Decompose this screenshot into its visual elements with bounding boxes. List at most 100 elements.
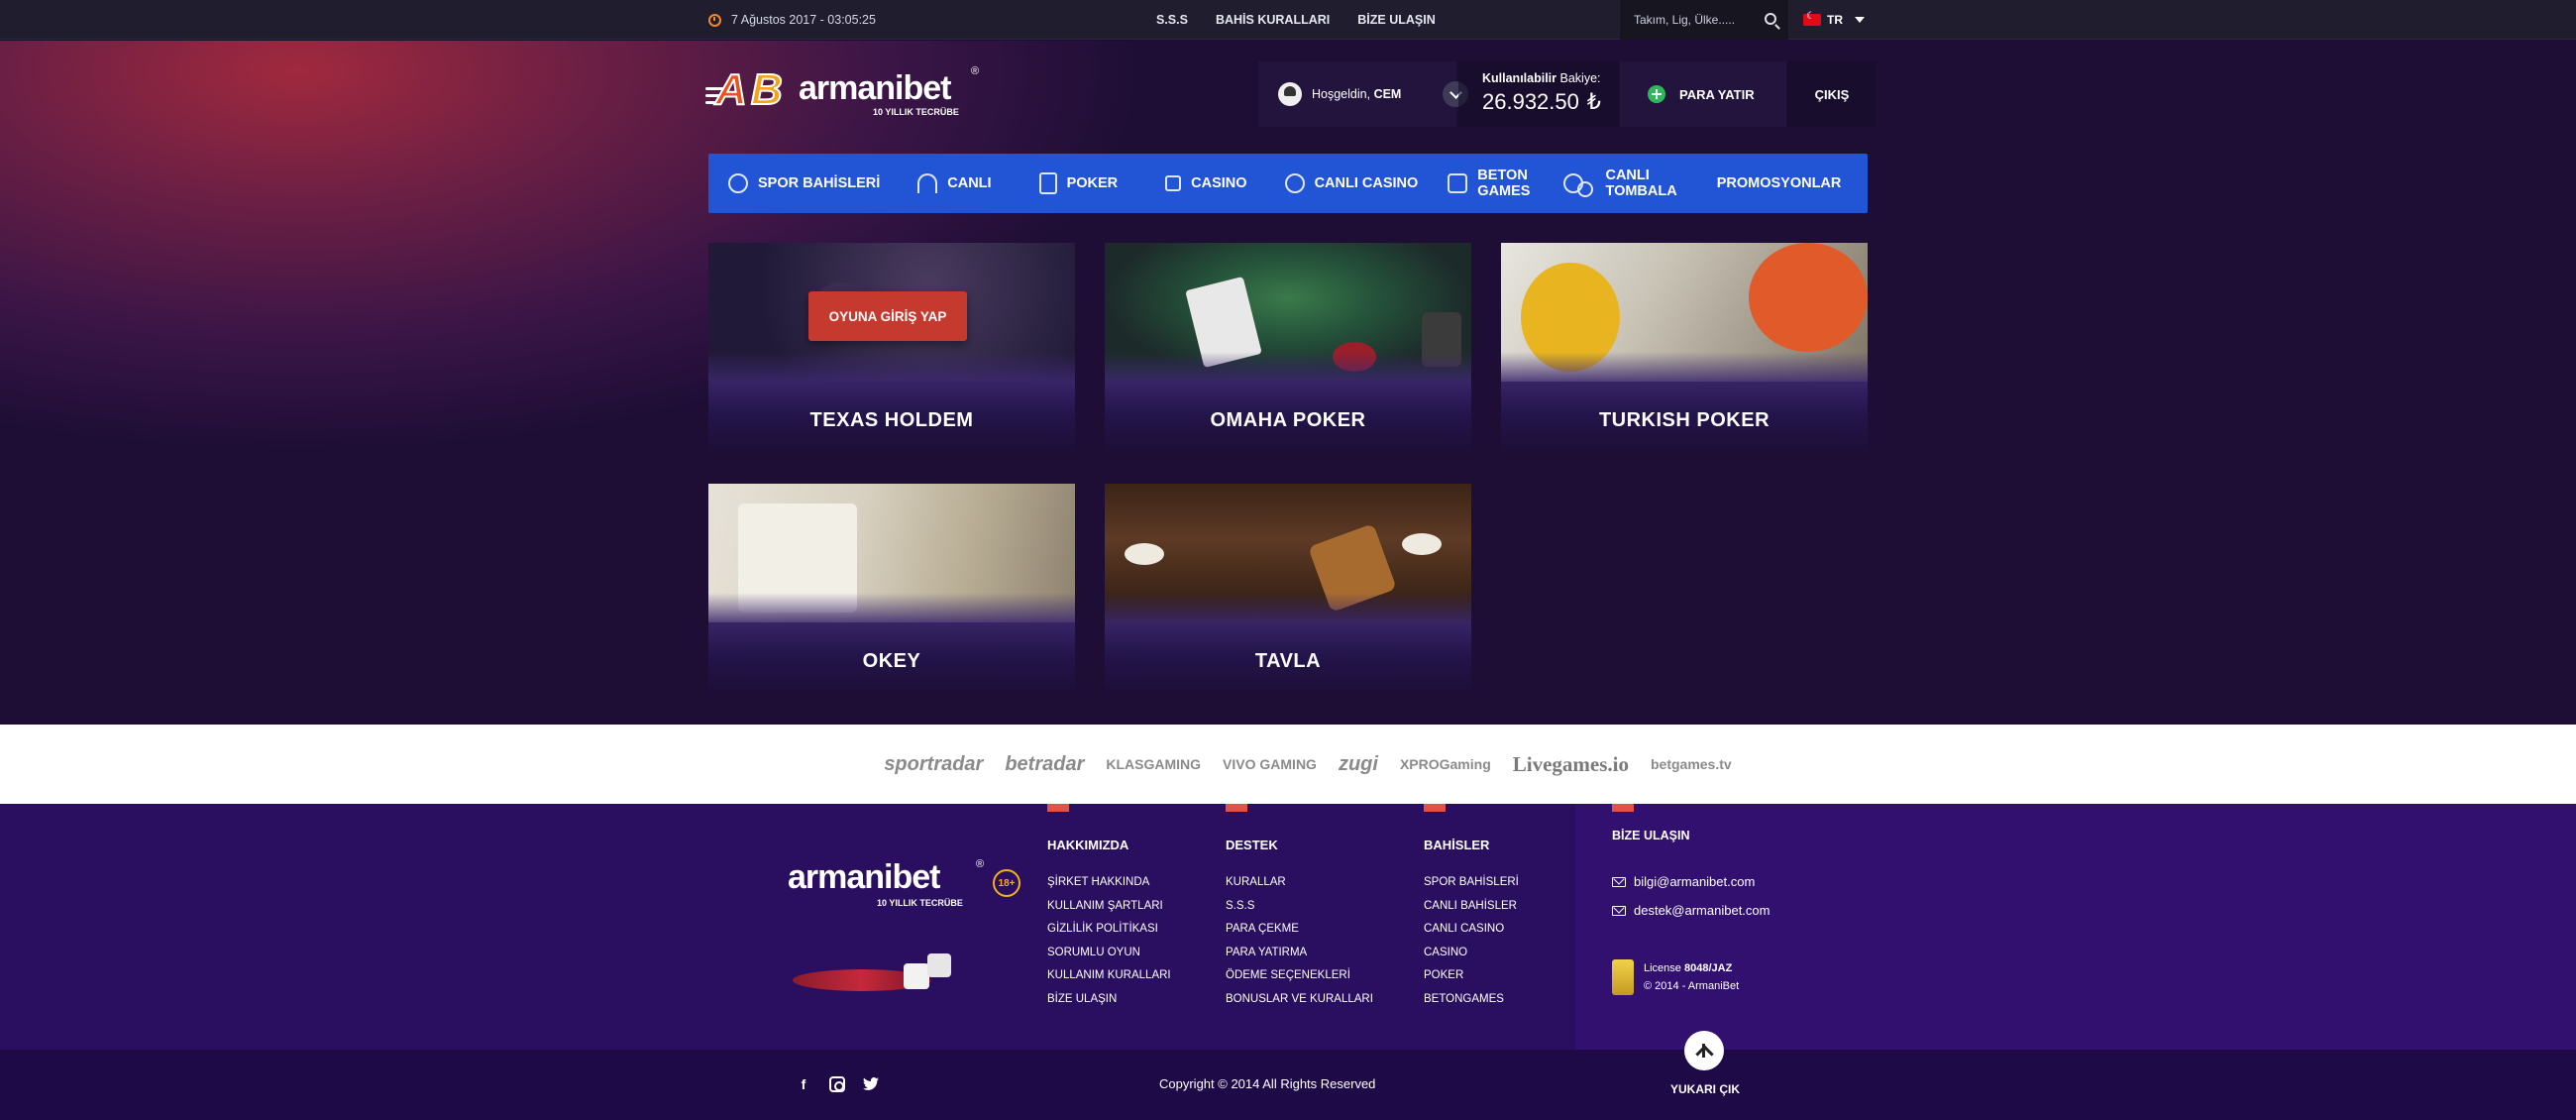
copyright-text: Copyright © 2014 All Rights Reserved — [1159, 1076, 1376, 1091]
game-card-omaha-poker[interactable]: OMAHA POKER — [1105, 243, 1471, 451]
play-game-button[interactable]: OYUNA GİRİŞ YAP — [808, 291, 967, 341]
language-selector[interactable]: TR — [1793, 0, 1868, 40]
game-card-okey[interactable]: OKEY — [708, 484, 1075, 692]
nav-label: CASINO — [1191, 175, 1247, 191]
nav-label-line2: GAMES — [1477, 183, 1531, 199]
footer-logo-tagline: 10 YILLIK TECRÜBE — [877, 898, 963, 908]
footer-link[interactable]: S.S.S — [1226, 900, 1373, 912]
footer-logo: armanibet 10 YILLIK TECRÜBE ® — [788, 858, 984, 908]
facebook-icon[interactable]: f — [796, 1076, 811, 1092]
search-icon[interactable] — [1765, 13, 1776, 25]
nav-label: PROMOSYONLAR — [1716, 175, 1842, 191]
top-link-betting-rules[interactable]: BAHİS KURALLARI — [1216, 13, 1330, 27]
poker-cards-icon — [1038, 172, 1057, 194]
nav-label: POKER — [1066, 175, 1119, 191]
footer-link[interactable]: ŞİRKET HAKKINDA — [1047, 876, 1171, 888]
license-copyright: © 2014 - ArmaniBet — [1644, 980, 1740, 992]
chips-and-dice-illustration — [793, 952, 971, 1001]
nav-item-betongames[interactable]: BETON GAMES — [1448, 154, 1530, 213]
scroll-to-top-label[interactable]: YUKARI ÇIK — [1670, 1082, 1740, 1096]
game-card-turkish-poker[interactable]: TURKISH POKER — [1501, 243, 1868, 451]
logout-button[interactable]: ÇIKIŞ — [1787, 61, 1877, 127]
twitter-icon[interactable] — [863, 1076, 879, 1092]
user-greeting: Hoşgeldin, CEM — [1258, 61, 1456, 127]
scroll-to-top-button[interactable] — [1684, 1031, 1724, 1070]
footer-column-about: HAKKIMIZDA ŞİRKET HAKKINDA KULLANIM ŞART… — [1047, 804, 1171, 1016]
nav-item-poker[interactable]: POKER — [1038, 154, 1119, 213]
footer-link[interactable]: SPOR BAHİSLERİ — [1424, 876, 1519, 888]
license-info: License 8048/JAZ © 2014 - ArmaniBet — [1612, 959, 1739, 995]
nav-item-live[interactable]: CANLI — [917, 154, 992, 213]
footer-link[interactable]: ÖDEME SEÇENEKLERİ — [1226, 969, 1373, 981]
email-link-info[interactable]: bilgi@armanibet.com — [1612, 874, 1770, 889]
nav-label-line2: TOMBALA — [1605, 183, 1677, 199]
footer-link[interactable]: CANLI BAHİSLER — [1424, 900, 1519, 912]
nav-item-live-tombala[interactable]: CANLI TOMBALA — [1563, 154, 1677, 213]
license-number: 8048/JAZ — [1683, 962, 1733, 974]
search-input[interactable] — [1634, 13, 1753, 27]
search-box — [1620, 0, 1788, 40]
partner-logos-strip: sportradar betradar KLASGAMING VIVO GAMI… — [0, 725, 2576, 804]
footer-link[interactable]: KURALLAR — [1226, 876, 1373, 888]
footer-link[interactable]: PARA ÇEKME — [1226, 923, 1373, 935]
game-title: OKEY — [862, 650, 921, 672]
roulette-icon — [1284, 173, 1305, 193]
plus-icon — [1648, 85, 1665, 103]
partner-logo-livegames: Livegames.io — [1512, 751, 1629, 776]
language-code: TR — [1827, 13, 1843, 27]
nav-label: SPOR BAHİSLERİ — [758, 175, 881, 191]
soccer-ball-icon — [728, 173, 748, 193]
instagram-icon[interactable] — [829, 1076, 845, 1092]
top-link-contact[interactable]: BİZE ULAŞIN — [1357, 13, 1435, 27]
footer-link[interactable]: BİZE ULAŞIN — [1047, 993, 1171, 1005]
logo-tagline: 10 YILLIK TECRÜBE — [873, 107, 959, 117]
footer-contact: BİZE ULAŞIN bilgi@armanibet.com destek@a… — [1612, 804, 1770, 932]
nav-label-line1: CANLI — [1605, 168, 1650, 183]
greeting-text: Hoşgeldin, — [1312, 87, 1371, 101]
footer-column-support: DESTEK KURALLAR S.S.S PARA ÇEKME PARA YA… — [1226, 804, 1373, 1016]
game-card-texas-holdem[interactable]: OYUNA GİRİŞ YAP TEXAS HOLDEM — [708, 243, 1075, 451]
footer-link[interactable]: CANLI CASINO — [1424, 923, 1519, 935]
license-prefix: License — [1644, 962, 1681, 974]
nav-item-sports-betting[interactable]: SPOR BAHİSLERİ — [728, 154, 880, 213]
footer-column-title: DESTEK — [1226, 838, 1278, 852]
partner-logo-betradar: betradar — [1005, 752, 1085, 775]
balance-label: Bakiye: — [1559, 71, 1601, 85]
nav-item-casino[interactable]: CASINO — [1165, 154, 1247, 213]
footer-link[interactable]: GİZLİLİK POLİTİKASI — [1047, 923, 1171, 935]
footer-link[interactable]: SORUMLU OYUN — [1047, 947, 1171, 958]
live-signal-icon — [917, 173, 938, 193]
game-title: TURKISH POKER — [1598, 409, 1771, 431]
top-link-faq[interactable]: S.S.S — [1156, 13, 1188, 27]
partner-logo-betgames: betgames.tv — [1650, 756, 1732, 772]
game-card-tavla[interactable]: TAVLA — [1105, 484, 1471, 692]
footer-link[interactable]: BETONGAMES — [1424, 993, 1519, 1005]
deposit-label: PARA YATIR — [1679, 86, 1755, 102]
nav-item-promotions[interactable]: PROMOSYONLAR — [1717, 154, 1842, 213]
envelope-icon — [1612, 876, 1626, 887]
partner-logo-zugi: zugi — [1338, 752, 1378, 775]
game-title: TEXAS HOLDEM — [809, 409, 974, 431]
balance-amount: 26.932.50 — [1482, 89, 1579, 114]
nav-item-live-casino[interactable]: CANLI CASINO — [1284, 154, 1418, 213]
currency-symbol: ₺ — [1586, 89, 1601, 114]
deposit-button[interactable]: PARA YATIR — [1620, 61, 1786, 127]
footer-link[interactable]: KULLANIM ŞARTLARI — [1047, 900, 1171, 912]
footer-link[interactable]: PARA YATIRMA — [1226, 947, 1373, 958]
footer-column-title: BİZE ULAŞIN — [1612, 829, 1690, 842]
footer-link[interactable]: CASINO — [1424, 947, 1519, 958]
envelope-icon — [1612, 905, 1626, 916]
footer-column-title: HAKKIMIZDA — [1047, 838, 1129, 852]
nav-label-line1: BETON — [1477, 168, 1528, 183]
casino-icon — [1165, 175, 1182, 191]
username: CEM — [1373, 87, 1402, 101]
footer-link[interactable]: KULLANIM KURALLARI — [1047, 969, 1171, 981]
logo-wordmark: armanibet — [799, 69, 951, 107]
footer-link[interactable]: POKER — [1424, 969, 1519, 981]
email-address: bilgi@armanibet.com — [1634, 874, 1756, 889]
datetime-text: 7 Ağustos 2017 - 03:05:25 — [731, 13, 876, 27]
avatar — [1278, 82, 1302, 106]
footer-link[interactable]: BONUSLAR VE KURALLARI — [1226, 993, 1373, 1005]
email-link-support[interactable]: destek@armanibet.com — [1612, 903, 1770, 918]
site-logo[interactable]: AB armanibet 10 YILLIK TECRÜBE ® — [705, 64, 981, 119]
